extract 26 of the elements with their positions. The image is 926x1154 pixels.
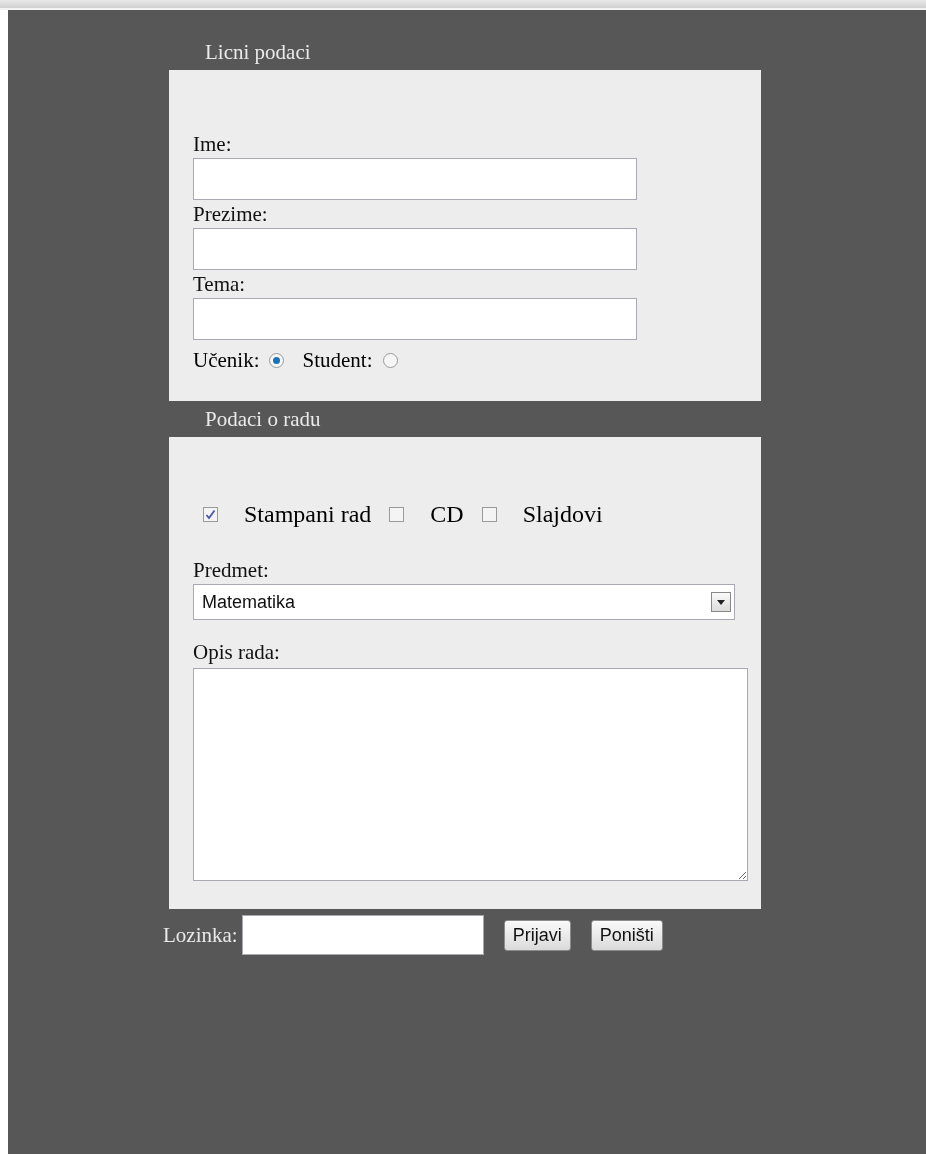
field-label: Predmet:: [193, 557, 270, 584]
radio-label: Učenik:: [193, 348, 260, 373]
text-field[interactable]: [193, 298, 637, 340]
description-field[interactable]: [193, 668, 748, 881]
field-label: Ime:: [193, 131, 233, 158]
checkbox-label: Stampani rad: [244, 501, 372, 528]
field-label: Tema:: [193, 271, 247, 298]
field-label: Opis rada:: [193, 639, 281, 666]
password-label: Lozinka:: [163, 922, 238, 948]
section-legend: Podaci o radu: [205, 401, 926, 437]
checkbox[interactable]: [203, 507, 218, 522]
password-field[interactable]: [241, 915, 484, 955]
section-legend: Licni podaci: [205, 34, 926, 70]
subject-select[interactable]: Matematika: [193, 584, 735, 620]
checkbox-label: CD: [430, 501, 464, 528]
radio-button[interactable]: [269, 353, 285, 368]
form-button[interactable]: Prijavi: [503, 919, 571, 951]
checkbox[interactable]: [481, 507, 497, 522]
text-field[interactable]: [193, 228, 637, 270]
field-label: Prezime:: [193, 201, 269, 228]
checkbox[interactable]: [389, 507, 405, 522]
form-button[interactable]: Poništi: [590, 919, 663, 951]
checkbox-label: Slajdovi: [522, 501, 603, 528]
radio-label: Student:: [302, 348, 373, 373]
text-field[interactable]: [193, 158, 637, 200]
radio-button[interactable]: [382, 353, 398, 368]
